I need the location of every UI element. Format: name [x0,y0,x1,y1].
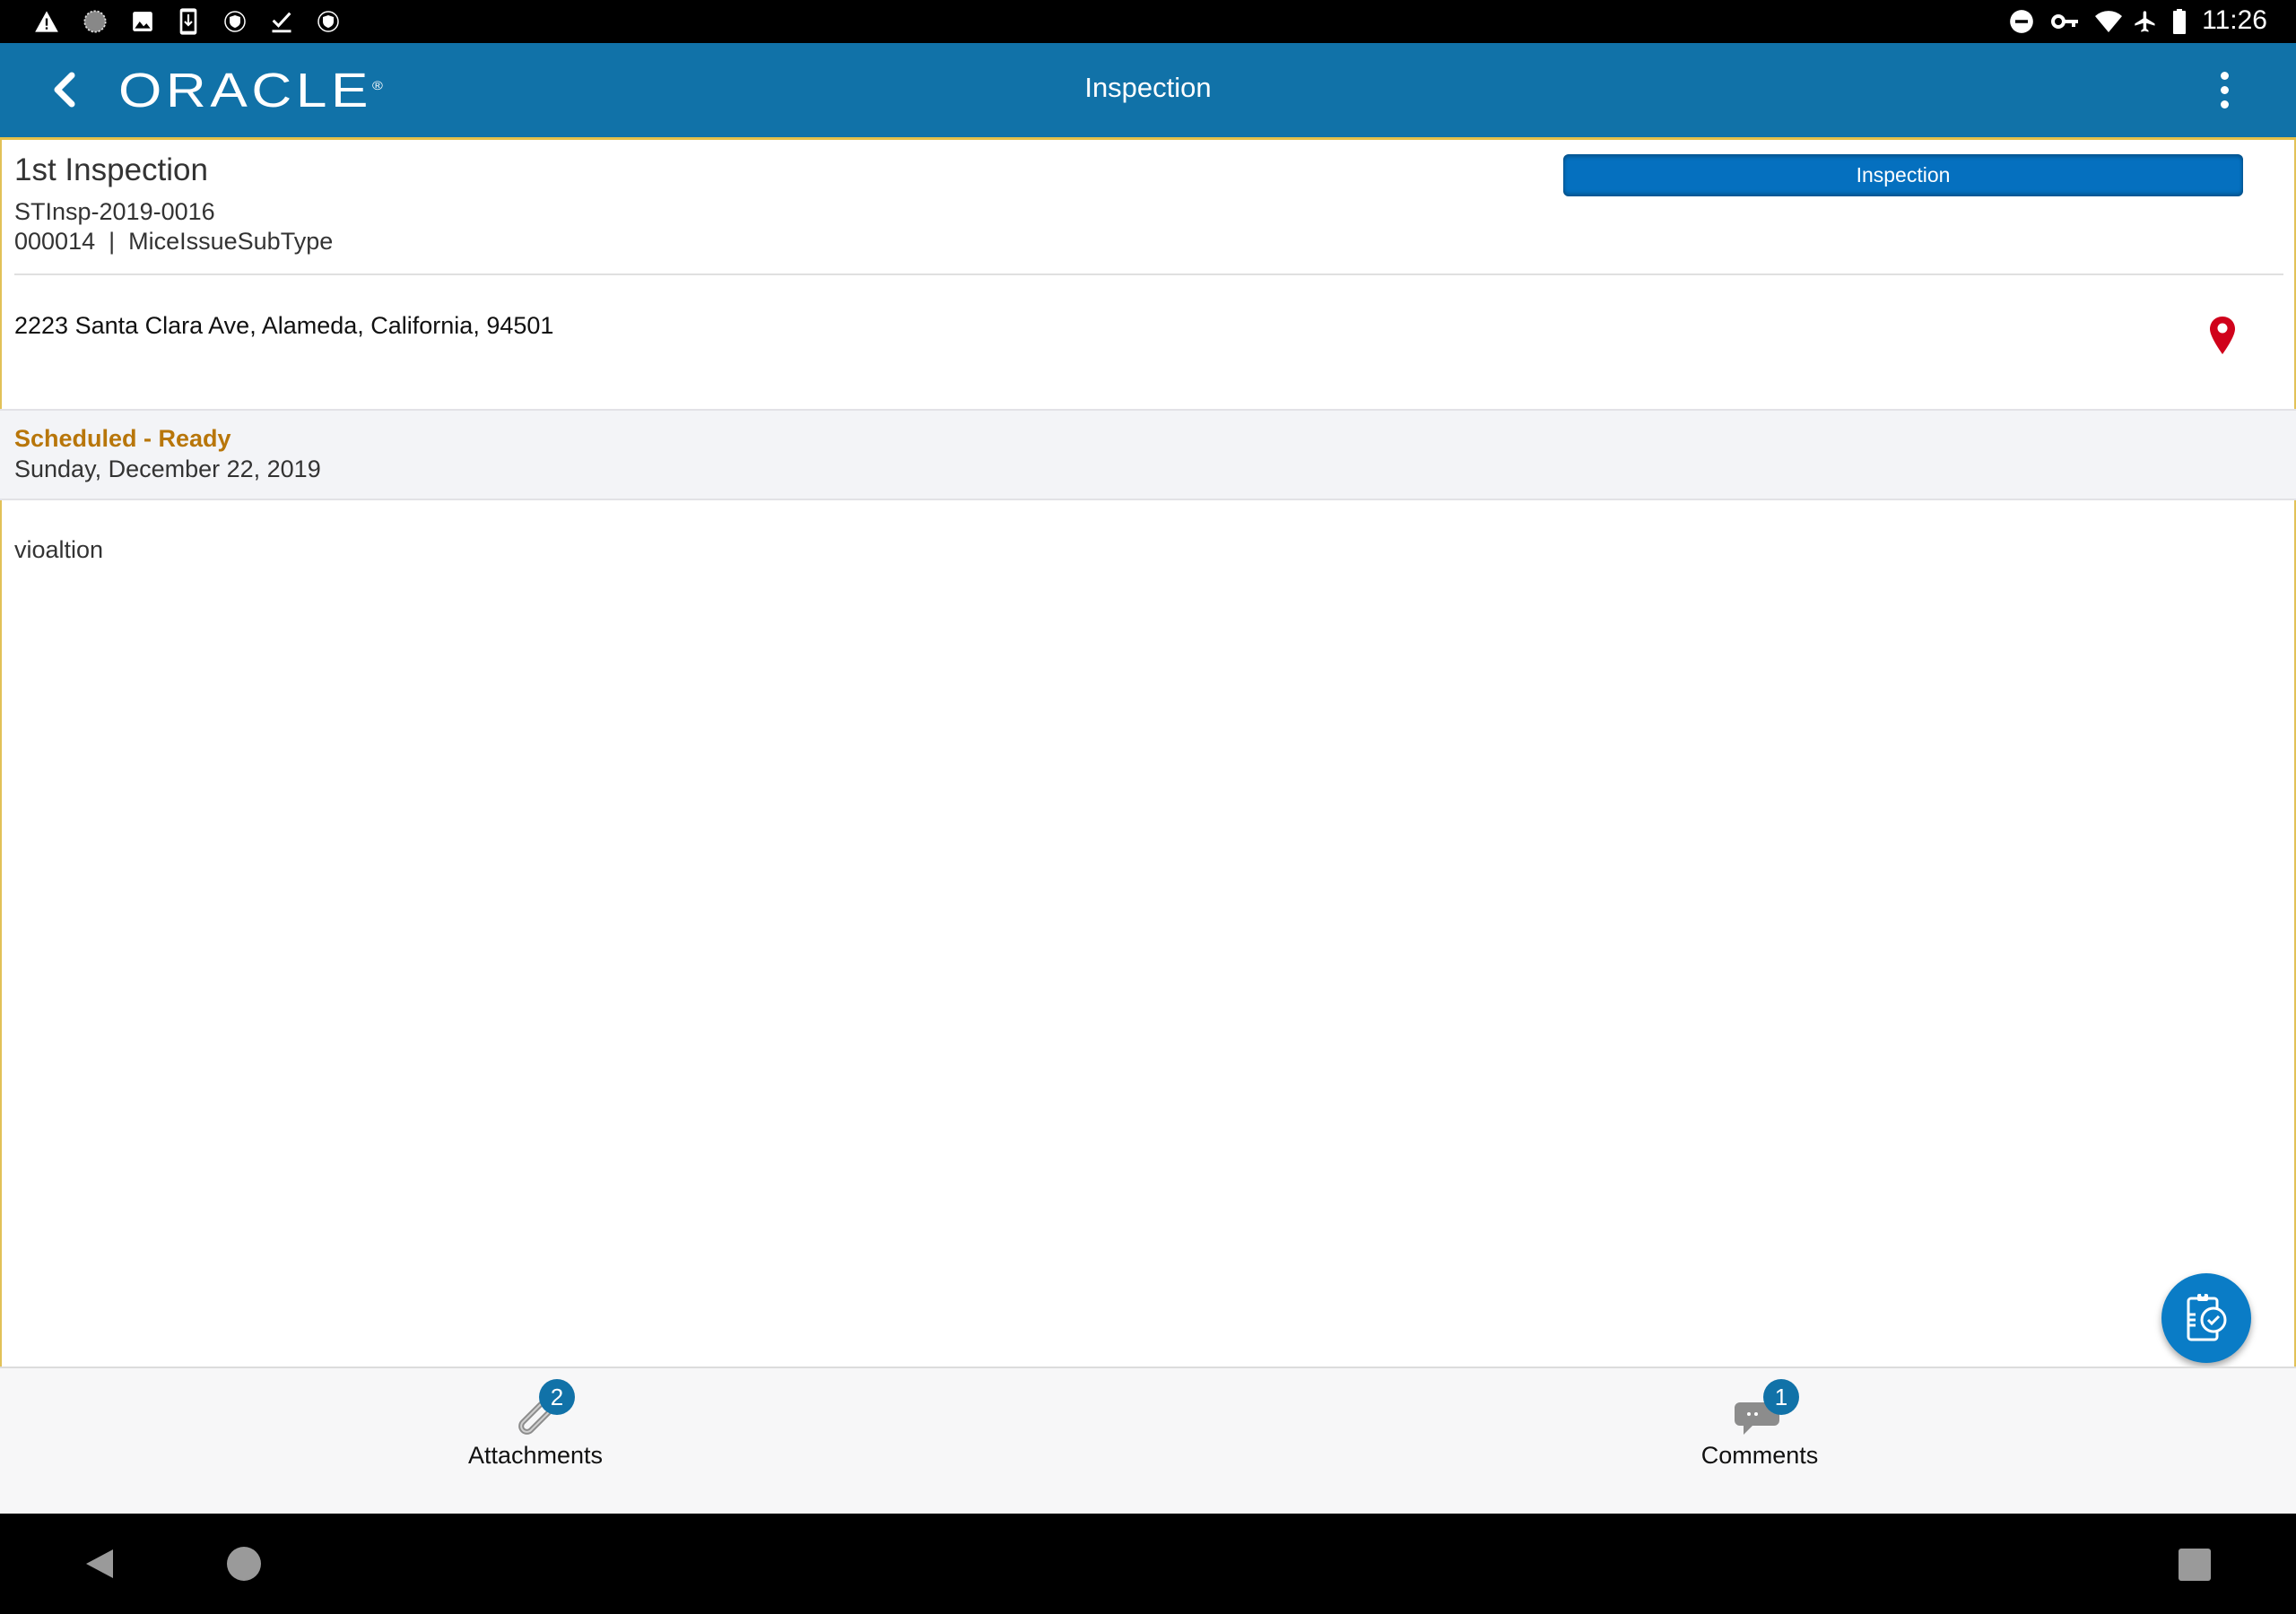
airplane-icon [2133,9,2158,34]
schedule-section: Scheduled - Ready Sunday, December 22, 2… [0,409,2296,500]
schedule-date: Sunday, December 22, 2019 [14,456,321,482]
nav-recents-button[interactable] [2178,1548,2212,1586]
tab-attachments[interactable]: 2 Attachments [356,1368,715,1512]
triangle-back-icon [86,1549,113,1578]
battery-icon [2170,9,2188,34]
check-icon [269,9,294,34]
nav-home-button[interactable] [226,1546,262,1586]
map-pin-icon[interactable] [2209,316,2236,355]
key-icon [2050,9,2081,34]
description-text: vioaltion [14,536,104,563]
more-vert-icon [2220,71,2229,80]
tab-label: Attachments [467,1442,604,1469]
do-not-disturb-icon [2009,9,2034,34]
system-nav-bar [0,1514,2296,1614]
vpn-shield-icon [316,9,341,34]
bottom-tab-bar: 2 Attachments 1 Comments [0,1367,2296,1514]
app-header: ORACLE® Inspection [0,43,2296,140]
overflow-menu-button[interactable] [2208,63,2240,117]
checklist-fab-button[interactable] [2161,1273,2251,1363]
tab-label: Comments [1700,1442,1819,1469]
schedule-status: Scheduled - Ready [14,425,231,452]
wifi-icon [2093,9,2124,34]
page-title: Inspection [1084,72,1212,103]
record-type: 000014 | MiceIssueSubType [14,228,334,255]
download-icon [176,8,201,35]
square-recents-icon [2179,1549,2211,1581]
image-icon [130,9,155,34]
comments-count-badge: 1 [1763,1379,1799,1415]
tab-comments[interactable]: 1 Comments [1580,1368,1939,1512]
record-id: STInsp-2019-0016 [14,198,215,225]
inspection-title: 1st Inspection [14,152,208,187]
attachments-count-badge: 2 [539,1379,575,1415]
nav-back-button[interactable] [83,1546,118,1586]
more-vert-icon [2220,100,2229,108]
inspection-summary-card: 1st Inspection STInsp-2019-0016 000014 |… [0,140,2296,409]
more-vert-icon [2220,85,2229,94]
divider [14,273,2283,275]
description-section: vioaltion [0,500,2296,1367]
sync-icon [83,9,108,34]
inspection-type-button[interactable]: Inspection [1563,154,2243,196]
clipboard-check-icon [2187,1293,2227,1341]
status-bar: 11:26 [0,0,2296,43]
warning-icon [34,9,59,34]
address: 2223 Santa Clara Ave, Alameda, Californi… [14,312,554,339]
clock: 11:26 [2202,5,2267,35]
circle-home-icon [227,1547,261,1581]
vpn-shield-icon [222,9,248,34]
